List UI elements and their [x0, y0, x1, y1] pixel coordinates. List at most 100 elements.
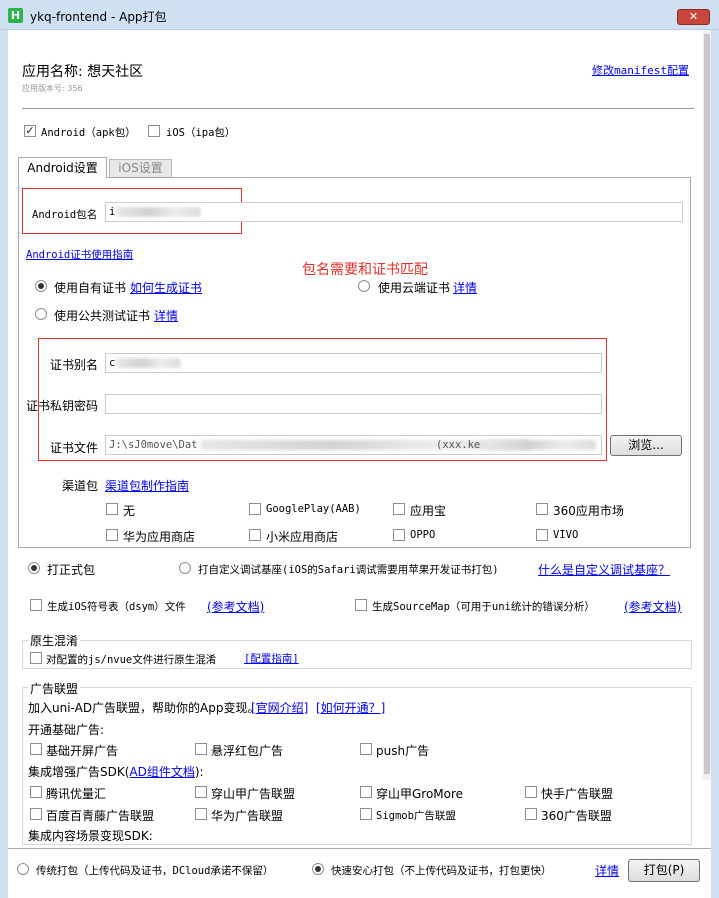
ios-checkbox[interactable] — [148, 125, 160, 137]
alias-value: c — [109, 357, 116, 369]
safe-pack-radio[interactable] — [312, 863, 324, 875]
channel-none-checkbox[interactable] — [106, 503, 118, 515]
ad-redpacket-checkbox[interactable] — [195, 743, 207, 755]
ad-huawei-label: 华为广告联盟 — [211, 809, 284, 823]
public-cert-link[interactable]: 详情 — [154, 307, 178, 324]
ad-gromore-checkbox[interactable] — [360, 786, 372, 798]
sourcemap-checkbox[interactable] — [355, 599, 367, 611]
app-name: 应用名称: 想天社区 — [22, 64, 144, 80]
password-label: 证书私钥密码 — [26, 399, 99, 413]
formal-build-radio[interactable] — [28, 562, 40, 574]
channel-yingyongbao-checkbox[interactable] — [393, 503, 405, 515]
alias-input[interactable]: c — [105, 353, 602, 373]
ad-pangle-checkbox[interactable] — [195, 786, 207, 798]
own-cert-link[interactable]: 如何生成证书 — [130, 279, 202, 296]
channel-googleplay-checkbox[interactable] — [249, 503, 261, 515]
public-cert-radio[interactable] — [35, 308, 47, 320]
ad-baidu-label: 百度百青藤广告联盟 — [46, 809, 155, 823]
password-input[interactable] — [105, 394, 602, 414]
ad-push-checkbox[interactable] — [360, 743, 372, 755]
cloud-cert-radio[interactable] — [358, 280, 370, 292]
ad-360-checkbox[interactable] — [525, 808, 537, 820]
channel-label: 渠道包 — [62, 479, 99, 493]
hbuilder-logo-icon: H — [8, 8, 23, 23]
own-cert-label: 使用自有证书 — [54, 281, 127, 295]
ios-label: iOS（ipa包） — [166, 127, 236, 139]
ad-sigmob-checkbox[interactable] — [360, 808, 372, 820]
obfuscation-link[interactable]: [配置指南] — [244, 651, 299, 666]
ad-kuaishou-checkbox[interactable] — [525, 786, 537, 798]
browse-button[interactable]: 浏览... — [610, 435, 682, 456]
ads-intro-link[interactable]: [官网介绍] — [251, 699, 308, 716]
channel-none-label: 无 — [123, 504, 136, 518]
obfuscation-label: 对配置的js/nvue文件进行原生混淆 — [46, 654, 217, 666]
annotation-text: 包名需要和证书匹配 — [302, 262, 428, 278]
ad-baidu-checkbox[interactable] — [30, 808, 42, 820]
ads-intro: 加入uni-AD广告联盟，帮助你的App变现。 — [28, 701, 260, 715]
obfuscation-checkbox[interactable] — [30, 652, 42, 664]
channel-xiaomi-checkbox[interactable] — [249, 529, 261, 541]
channel-oppo-checkbox[interactable] — [393, 529, 405, 541]
cloud-cert-link[interactable]: 详情 — [453, 279, 477, 296]
ads-basic-title: 开通基础广告: — [28, 723, 105, 737]
channel-xiaomi-label: 小米应用商店 — [266, 530, 339, 544]
ad-push-label: push广告 — [376, 744, 430, 758]
own-cert-radio[interactable] — [35, 280, 47, 292]
window-frame-left — [0, 30, 8, 898]
package-value: i — [109, 206, 116, 218]
ads-scene-title: 集成内容场景变现SDK: — [28, 829, 153, 843]
package-redacted — [116, 207, 201, 217]
custom-base-link[interactable]: 什么是自定义调试基座？ — [538, 561, 670, 578]
channel-link[interactable]: 渠道包制作指南 — [105, 477, 189, 494]
custom-base-radio[interactable] — [179, 562, 191, 574]
ad-gromore-label: 穿山甲GroMore — [376, 787, 464, 801]
scrollbar-thumb[interactable] — [704, 34, 710, 774]
tab-ios-settings[interactable]: iOS设置 — [109, 159, 172, 177]
ad-kuaishou-label: 快手广告联盟 — [541, 787, 614, 801]
package-input[interactable]: i — [105, 202, 683, 222]
traditional-pack-radio[interactable] — [17, 863, 29, 875]
dsym-link[interactable]: (参考文档) — [207, 598, 264, 615]
obfuscation-title: 原生混淆 — [28, 632, 81, 649]
pack-button[interactable]: 打包(P) — [628, 859, 700, 882]
header-divider — [22, 108, 694, 109]
public-cert-label: 使用公共测试证书 — [54, 309, 151, 323]
ads-enhanced-link[interactable]: AD组件文档 — [129, 765, 194, 779]
channel-yingyongbao-label: 应用宝 — [410, 504, 447, 518]
ad-huawei-checkbox[interactable] — [195, 808, 207, 820]
file-redacted — [201, 440, 531, 450]
dsym-checkbox[interactable] — [30, 599, 42, 611]
close-button[interactable]: ✕ — [677, 9, 710, 25]
file-value: J:\sJ0move\Dat — [109, 439, 198, 451]
channel-vivo-label: VIVO — [553, 529, 579, 541]
alias-redacted — [116, 358, 181, 368]
ads-enhanced-title: 集成增强广告SDK(AD组件文档): — [28, 763, 204, 780]
pack-details-link[interactable]: 详情 — [595, 862, 619, 879]
ad-360-label: 360广告联盟 — [541, 809, 612, 823]
channel-360-checkbox[interactable] — [536, 503, 548, 515]
manifest-link[interactable]: 修改manifest配置 — [592, 62, 689, 78]
ad-tencent-checkbox[interactable] — [30, 786, 42, 798]
package-label: Android包名 — [32, 209, 98, 221]
ad-sigmob-label: Sigmob广告联盟 — [376, 810, 456, 822]
channel-360-label: 360应用市场 — [553, 504, 624, 518]
ads-enhanced-suffix: ): — [194, 765, 204, 779]
file-redacted-tail — [486, 440, 596, 450]
app-version: 应用版本号: 356 — [22, 84, 83, 93]
ad-splash-checkbox[interactable] — [30, 743, 42, 755]
traditional-pack-label: 传统打包（上传代码及证书，DCloud承诺不保留） — [36, 865, 274, 877]
tab-android-settings[interactable]: Android设置 — [18, 157, 107, 178]
file-input[interactable]: J:\sJ0move\Dat (xxx.ke — [105, 435, 602, 455]
channel-vivo-checkbox[interactable] — [536, 529, 548, 541]
android-label: Android（apk包） — [41, 127, 136, 139]
ads-enhanced-prefix: 集成增强广告SDK( — [28, 765, 130, 779]
android-checkbox[interactable] — [24, 125, 36, 137]
formal-build-label: 打正式包 — [47, 563, 96, 577]
ad-pangle-label: 穿山甲广告联盟 — [211, 787, 296, 801]
ads-open-link[interactable]: [如何开通？] — [316, 699, 385, 716]
window-frame-right — [711, 30, 719, 898]
cert-guide-link[interactable]: Android证书使用指南 — [26, 247, 133, 262]
ad-tencent-label: 腾讯优量汇 — [46, 787, 107, 801]
sourcemap-link[interactable]: (参考文档) — [624, 598, 681, 615]
channel-huawei-checkbox[interactable] — [106, 529, 118, 541]
